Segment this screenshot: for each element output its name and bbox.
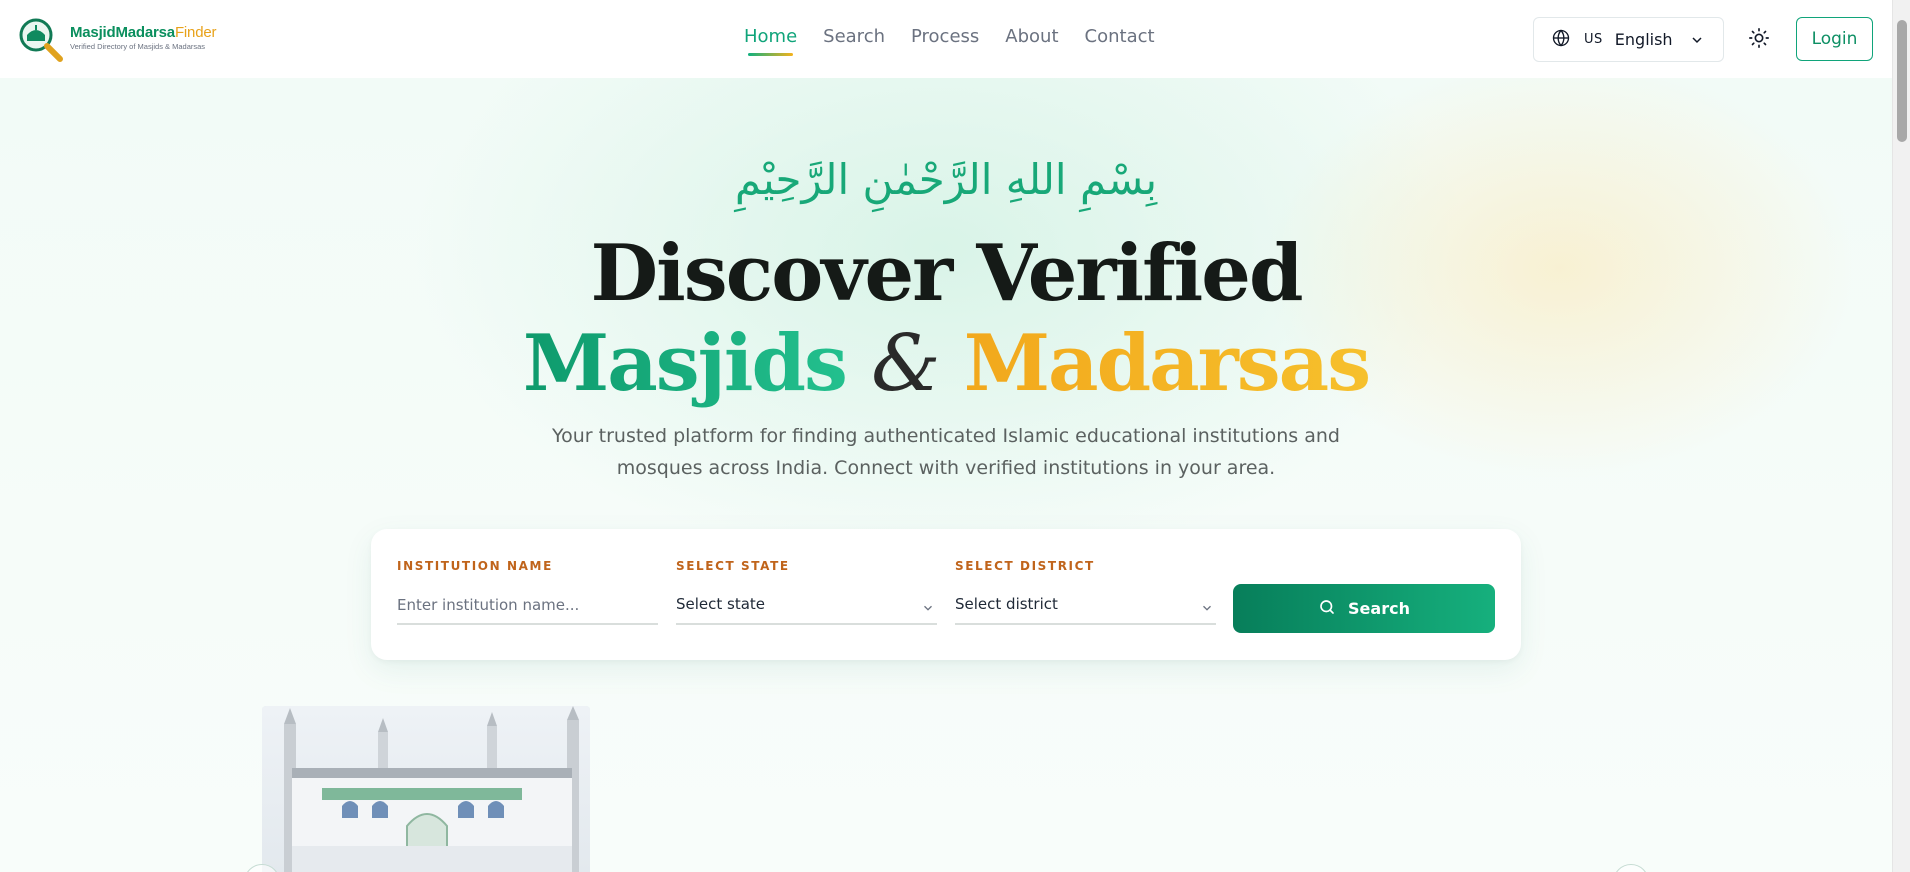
state-select-value: Select state xyxy=(676,595,766,613)
nav-process[interactable]: Process xyxy=(911,26,979,54)
district-select-value: Select district xyxy=(955,595,1058,613)
institution-field: INSTITUTION NAME xyxy=(397,559,658,625)
institution-photo[interactable] xyxy=(262,706,590,872)
nav-search[interactable]: Search xyxy=(823,26,885,54)
hero-subtitle: Your trusted platform for finding authen… xyxy=(552,425,1340,479)
main-nav: Home Search Process About Contact xyxy=(744,26,1155,56)
hero-headline-line2: Masjids & Madarsas xyxy=(0,318,1892,409)
headline-ampersand: & xyxy=(871,319,940,409)
state-label: SELECT STATE xyxy=(676,559,790,573)
logo-subtitle: Verified Directory of Masjids & Madarsas xyxy=(70,41,206,51)
site-header: MasjidMadarsaFinder Verified Directory o… xyxy=(0,0,1892,78)
chevron-down-icon xyxy=(1200,601,1214,619)
institution-label: INSTITUTION NAME xyxy=(397,559,553,573)
state-field: SELECT STATE Select state xyxy=(676,559,937,625)
language-selector[interactable]: US English xyxy=(1533,17,1724,62)
district-field: SELECT DISTRICT Select district xyxy=(955,559,1216,625)
globe-icon xyxy=(1552,28,1570,51)
district-label: SELECT DISTRICT xyxy=(955,559,1095,573)
search-button[interactable]: Search xyxy=(1233,584,1495,633)
bismillah-text: بِسْمِ اللهِ الرَّحْمٰنِ الرَّحِيْمِ xyxy=(734,155,1158,204)
search-button-label: Search xyxy=(1348,599,1410,618)
search-card: INSTITUTION NAME SELECT STATE Select sta… xyxy=(371,529,1521,660)
language-label: English xyxy=(1614,30,1673,49)
site-logo[interactable]: MasjidMadarsaFinder Verified Directory o… xyxy=(16,16,216,64)
logo-text: MasjidMadarsaFinder Verified Directory o… xyxy=(70,24,216,51)
scrollbar-thumb[interactable] xyxy=(1897,20,1907,142)
headline-masjids: Masjids xyxy=(522,318,848,409)
theme-toggle-sun-icon[interactable] xyxy=(1748,27,1772,51)
nav-about[interactable]: About xyxy=(1005,26,1058,54)
search-icon xyxy=(1318,598,1336,620)
logo-magnifier-mosque-icon xyxy=(16,15,66,65)
nav-contact[interactable]: Contact xyxy=(1085,26,1155,54)
headline-madarsas: Madarsas xyxy=(963,318,1371,409)
chevron-down-icon xyxy=(1689,32,1705,52)
language-code: US xyxy=(1584,32,1603,47)
page-scrollbar[interactable] xyxy=(1892,0,1910,872)
chevron-down-icon xyxy=(921,601,935,619)
institution-input[interactable] xyxy=(397,595,658,614)
logo-title: MasjidMadarsaFinder xyxy=(70,23,217,41)
institution-input-wrapper xyxy=(397,595,658,625)
login-button[interactable]: Login xyxy=(1796,17,1873,61)
district-select[interactable]: Select district xyxy=(955,595,1216,625)
hero-headline-line1: Discover Verified xyxy=(590,228,1304,319)
nav-home[interactable]: Home xyxy=(744,26,797,56)
state-select[interactable]: Select state xyxy=(676,595,937,625)
